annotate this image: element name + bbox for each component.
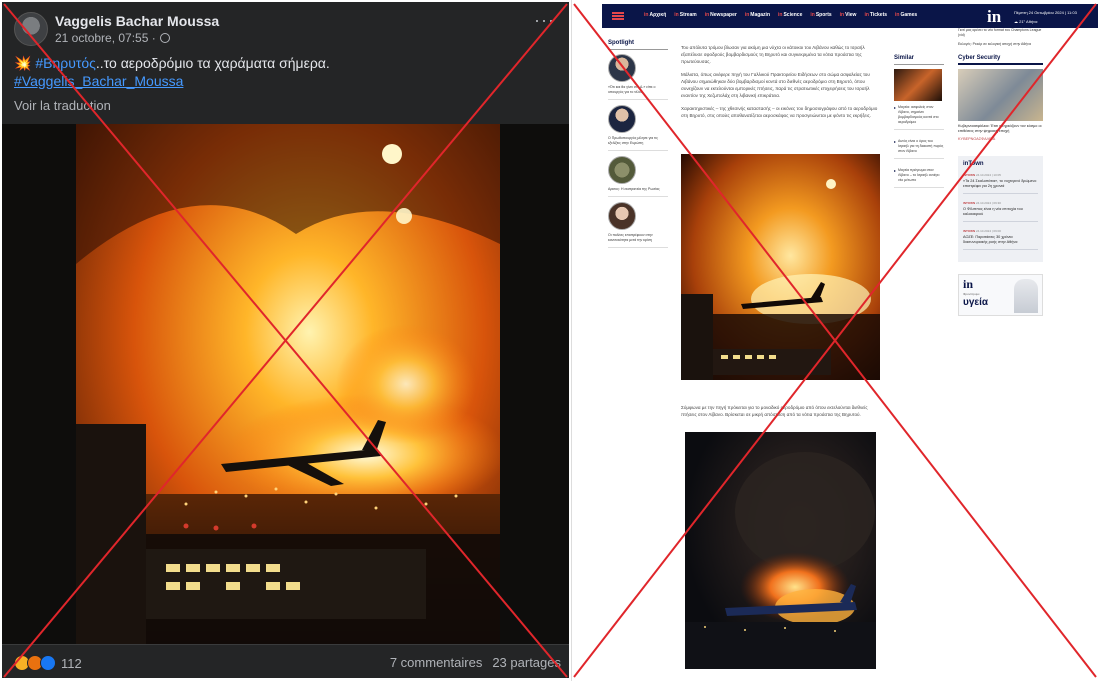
nav-item[interactable]: Tickets	[864, 12, 887, 18]
nav-item[interactable]: Sports	[810, 12, 832, 18]
similar-thumbnail[interactable]	[894, 69, 942, 101]
cyber-security-section: Cyber Security Κυβερνοασφάλεια: Έτσι επη…	[958, 55, 1043, 142]
cyber-security-headline[interactable]: Κυβερνοασφάλεια: Έτσι επηρεάζουν τον κόσ…	[958, 124, 1043, 134]
spotlight-title: Spotlight	[608, 40, 668, 50]
translate-link[interactable]: Voir la traduction	[14, 98, 111, 113]
fact-check-comparison: Vaggelis Bachar Moussa 21 octobre, 07:55…	[0, 0, 1100, 681]
intown-headline: «Τα 24 Σκαλοπάτια», το νυχτερινό δρώμενο…	[963, 179, 1037, 188]
intown-item[interactable]: INTOWN 24.10.2024 | 10:05 «Τα 24 Σκαλοπά…	[963, 173, 1038, 194]
news-website: Αρχική Stream Newspaper Magazin Science …	[571, 0, 1098, 681]
right-sidebar: Γιατί μας αρέσει το νέο format του Champ…	[958, 28, 1043, 316]
site-date: Πέμπτη 24 Οκτωβρίου 2024 | 11:03	[1014, 10, 1077, 15]
ad-title: υγεία	[963, 297, 989, 308]
article-body: Του απόλυτα τρόμου βίωσαν για ακόμη μια …	[681, 44, 881, 125]
nav-item[interactable]: View	[840, 12, 856, 18]
post-meta: 21 octobre, 07:55 ·	[55, 31, 170, 45]
article-paragraph: Μάλιστα, όπως ανέφερε πηγή του Γαλλικού …	[681, 72, 870, 98]
avatar[interactable]	[14, 12, 48, 46]
article-paragraph: Του απόλυτα τρόμου βίωσαν για ακόμη μια …	[681, 45, 865, 64]
article-paragraph: Σύμφωνα με την πηγή πρόκειται για το μον…	[681, 405, 868, 417]
weather-widget: ☁ 21° Αθήνα	[1014, 19, 1038, 24]
post-footer: 112 7 commentaires 23 partages	[2, 644, 569, 678]
cyber-security-image[interactable]	[958, 69, 1043, 121]
spotlight-thumbnail	[608, 156, 636, 184]
nav-menu: Αρχική Stream Newspaper Magazin Science …	[644, 12, 917, 18]
intown-section: inTown INTOWN 24.10.2024 | 10:05 «Τα 24 …	[958, 156, 1043, 262]
intown-tag: INTOWN	[963, 201, 976, 205]
hashtag-link[interactable]: #Βηρυτός	[35, 55, 96, 71]
nav-item[interactable]: Newspaper	[705, 12, 737, 18]
health-ad-banner[interactable]: in Φροντίζουμε υγεία	[958, 274, 1043, 316]
reaction-count: 112	[61, 655, 82, 671]
ad-subtitle: Φροντίζουμε	[963, 292, 980, 296]
intown-item[interactable]: INTOWN 24.10.2024 | 09:30 Ο Φίλιππος είν…	[963, 201, 1038, 222]
intown-tag: INTOWN	[963, 173, 976, 177]
nav-item[interactable]: Stream	[674, 12, 697, 18]
spotlight-text: «Ότι και θα γίνει στο Δ.» είπε ο υπουργό…	[608, 85, 656, 94]
article-image-landing-plane[interactable]	[681, 154, 880, 380]
airport-fire-image	[76, 124, 500, 644]
intown-title: inTown	[963, 161, 984, 167]
spotlight-thumbnail	[608, 54, 636, 82]
similar-column: Similar Μαγεία: ασφαλείς στον Λίβανο, ση…	[894, 55, 944, 197]
similar-item[interactable]: Αυτός είναι ο όρος του Ισραήλ για τη δια…	[894, 139, 944, 159]
doctor-figure-icon	[1014, 279, 1038, 313]
spotlight-item[interactable]: Αρκτος: Η εκστρατεία της Ρωσίας	[608, 156, 668, 197]
airport-smoke-photo	[685, 432, 876, 669]
spotlight-text: Οι πολίτες επιστρέφουν στην κανονικότητα…	[608, 233, 653, 242]
sidebar-headline[interactable]: Εκλογές: Ρεκόρ σε εκλογική αποχή στην Αθ…	[958, 42, 1043, 47]
intown-date: 24.10.2024 | 09:00	[975, 229, 1001, 233]
post-body: ..το αεροδρόμιο τα χαράματα σήμερα.	[95, 55, 330, 71]
nav-item[interactable]: Games	[895, 12, 918, 18]
spotlight-item[interactable]: Οι πολίτες επιστρέφουν στην κανονικότητα…	[608, 202, 668, 248]
globe-icon	[159, 33, 170, 43]
spotlight-thumbnail	[608, 202, 636, 230]
spotlight-item[interactable]: «Ότι και θα γίνει στο Δ.» είπε ο υπουργό…	[608, 54, 668, 100]
nav-item[interactable]: Magazin	[745, 12, 770, 18]
author-hashtag-link[interactable]: #Vaggelis_Bachar_Moussa	[14, 73, 183, 89]
nav-item[interactable]: Αρχική	[644, 12, 666, 18]
reactions-summary[interactable]: 112	[14, 655, 82, 671]
article-image-real-photo[interactable]	[685, 432, 876, 669]
site-navbar: Αρχική Stream Newspaper Magazin Science …	[602, 4, 1098, 28]
ellipsis-icon[interactable]: ···	[534, 11, 555, 29]
airport-fire-image-2	[681, 154, 880, 380]
similar-item[interactable]: Μαγεία πρόγευμα στον Λίβανο – το Ισραήλ …	[894, 168, 944, 188]
post-author[interactable]: Vaggelis Bachar Moussa	[55, 13, 219, 29]
intown-item[interactable]: INTOWN 24.10.2024 | 09:00 ΑΟΖΕ: Παρατάσε…	[963, 229, 1038, 250]
spotlight-item[interactable]: Ο Πρωθυπουργός μίλησε για τις εξελίξεις …	[608, 105, 668, 151]
spotlight-thumbnail	[608, 105, 636, 133]
category-badge: ΚΥΒΕΡΝΟΑΣΦΑΛΕΙΑ	[958, 137, 996, 141]
post-photo[interactable]	[76, 124, 500, 644]
spotlight-text: Ο Πρωθυπουργός μίλησε για τις εξελίξεις …	[608, 136, 658, 145]
post-text: 💥 #Βηρυτός..το αεροδρόμιο τα χαράματα σή…	[14, 54, 330, 90]
ad-logo: in	[963, 277, 974, 291]
cyber-security-title: Cyber Security	[958, 55, 1043, 65]
sidebar-headline[interactable]: Γιατί μας αρέσει το νέο format του Champ…	[958, 28, 1043, 38]
article-body-2: Σύμφωνα με την πηγή πρόκειται για το μον…	[681, 404, 881, 424]
nav-item[interactable]: Science	[778, 12, 802, 18]
intown-headline: Ο Φίλιππος είναι η νέα επιτυχία του καλο…	[963, 207, 1023, 216]
site-logo[interactable]: in	[987, 7, 1001, 27]
article-paragraph: Χαρακτηριστικές – της χθεσινής καταστασή…	[681, 106, 878, 118]
similar-item[interactable]: Μαγεία: ασφαλείς στον Λίβανο, σημαίνει β…	[894, 105, 944, 130]
shares-count[interactable]: 23 partages	[492, 655, 561, 670]
comments-count[interactable]: 7 commentaires	[390, 655, 482, 670]
intown-date: 24.10.2024 | 10:05	[975, 173, 1001, 177]
spotlight-column: Spotlight «Ότι και θα γίνει στο Δ.» είπε…	[608, 40, 668, 253]
intown-tag: INTOWN	[963, 229, 976, 233]
like-reaction-icon	[40, 655, 56, 671]
similar-title: Similar	[894, 55, 944, 65]
spotlight-text: Αρκτος: Η εκστρατεία της Ρωσίας	[608, 187, 660, 191]
hamburger-menu-icon[interactable]	[612, 12, 624, 20]
intown-date: 24.10.2024 | 09:30	[975, 201, 1001, 205]
explosion-emoji: 💥	[14, 55, 32, 71]
post-timestamp[interactable]: 21 octobre, 07:55 ·	[55, 31, 156, 45]
facebook-post: Vaggelis Bachar Moussa 21 octobre, 07:55…	[2, 2, 569, 678]
post-stats: 7 commentaires 23 partages	[390, 655, 561, 670]
intown-headline: ΑΟΖΕ: Παρατάσεις 30 χρόνια διασυνοριακής…	[963, 235, 1018, 244]
